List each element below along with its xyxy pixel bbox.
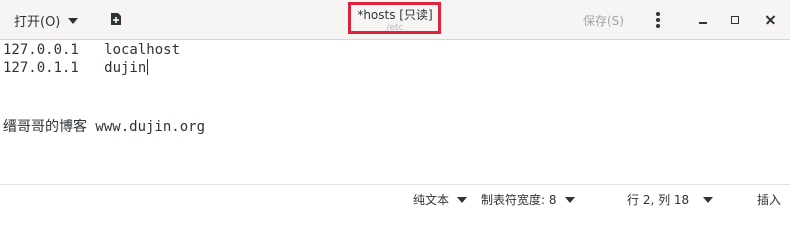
editor-line-5-text: www.dujin.org [87,119,206,135]
text-cursor [147,59,149,75]
minimize-button[interactable] [695,12,711,28]
cursor-position-selector[interactable]: 行 2, 列 18 [627,191,714,208]
language-label: 纯文本 [413,193,450,207]
maximize-button[interactable] [727,12,743,28]
editor-line-5-cjk: 缙哥哥的博客 [3,119,87,135]
editor-line-2: 127.0.1.1 dujin [3,59,149,77]
close-button[interactable] [762,12,778,28]
tab-width-label: 制表符宽度: 8 [481,193,557,207]
chevron-down-icon [564,197,575,203]
header-bar: 打开(O) *hosts [只读] /etc 保存(S) [0,0,790,40]
insert-mode-indicator: 插入 [757,193,782,207]
editor-line-5: 缙哥哥的博客 www.dujin.org [3,118,205,136]
editor-line-2-text: 127.0.1.1 dujin [3,60,147,76]
text-editor[interactable]: 127.0.0.1 localhost 127.0.1.1 dujin 缙哥哥的… [0,40,790,184]
save-button[interactable]: 保存(S) [583,12,624,29]
cursor-position-label: 行 2, 列 18 [627,193,690,207]
language-selector[interactable]: 纯文本 [413,191,468,208]
status-bar: 纯文本 制表符宽度: 8 行 2, 列 18 插入 [0,184,790,211]
menu-button[interactable] [655,12,661,28]
kebab-menu-icon [656,12,660,16]
chevron-down-icon [457,197,468,203]
title-highlight-box [348,2,441,34]
chevron-down-icon [703,197,714,203]
editor-line-1: 127.0.0.1 localhost [3,42,181,58]
tab-width-selector[interactable]: 制表符宽度: 8 [481,191,575,208]
